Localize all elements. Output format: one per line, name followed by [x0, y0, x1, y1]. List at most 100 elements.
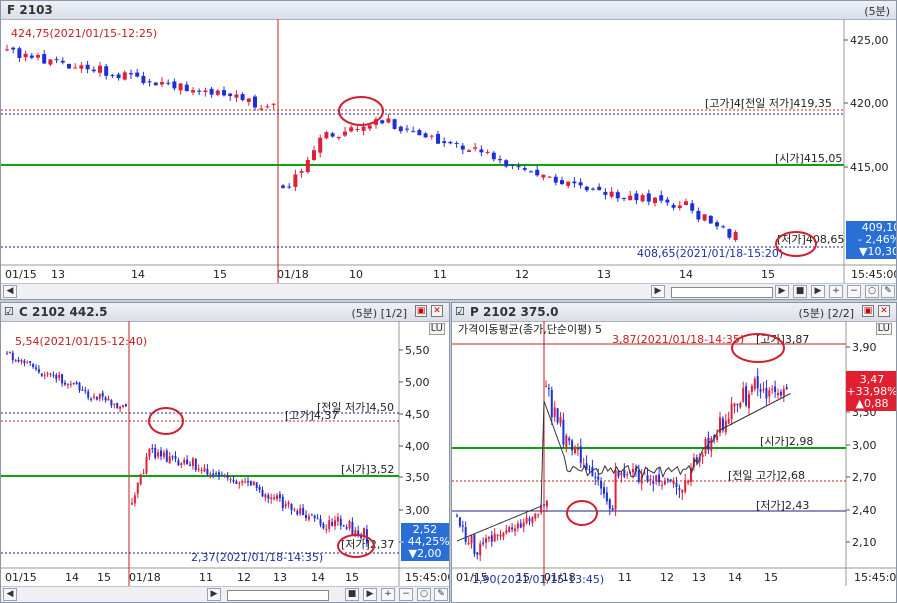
left-candle: [194, 459, 197, 470]
stop-icon[interactable]: ■: [793, 285, 807, 298]
left-candle: [348, 521, 351, 529]
left-candle: [145, 456, 148, 474]
left-candle: [29, 361, 32, 363]
right-candle: [545, 385, 547, 387]
wrench-icon[interactable]: ✎: [881, 285, 895, 298]
restore-icon[interactable]: ▣: [862, 305, 874, 317]
top-scroll-thumb[interactable]: [671, 287, 773, 298]
left-candle: [276, 495, 278, 500]
right-candle: [499, 534, 502, 537]
low-time-annotation: 1,90(2021/01/15-13:45): [472, 573, 604, 586]
top-candle: [522, 168, 527, 170]
top-candle: [727, 229, 732, 238]
top-candle: [578, 182, 583, 186]
top-candle: [48, 59, 53, 65]
y-tick-label: 420,00: [850, 97, 889, 110]
scroll-left-icon[interactable]: ◀: [3, 285, 17, 298]
wrench-icon[interactable]: ✎: [434, 588, 448, 601]
left-candle: [293, 509, 296, 511]
stop-icon[interactable]: ■: [345, 588, 359, 601]
restore-icon[interactable]: ▣: [415, 305, 427, 317]
left-candle: [69, 383, 72, 385]
right-candle: [479, 543, 482, 556]
zoom-reset-icon[interactable]: ○: [417, 588, 431, 601]
top-candle: [591, 188, 595, 190]
play-icon[interactable]: ▶: [775, 285, 789, 298]
top-candle: [628, 195, 633, 201]
left-candle: [122, 405, 124, 407]
top-candle: [222, 90, 226, 96]
top-candle: [172, 81, 177, 89]
top-candle: [305, 159, 310, 173]
right-candle: [678, 488, 681, 491]
left-candle: [139, 474, 142, 485]
top-scrollbar[interactable]: ◀ ▶ ▶ ■ ▶ + − ○ ✎: [1, 283, 896, 299]
zoom-in-icon[interactable]: +: [829, 285, 843, 298]
top-candle: [715, 222, 719, 227]
zoom-out-icon[interactable]: −: [399, 588, 413, 601]
top-candle: [135, 72, 140, 77]
left-candle: [90, 398, 93, 400]
left-candle: [342, 525, 345, 527]
checkbox-icon[interactable]: ☑: [4, 305, 14, 318]
right-candle: [640, 476, 643, 484]
zoom-reset-icon[interactable]: ○: [865, 285, 879, 298]
right-candle: [473, 534, 476, 554]
left-candle: [212, 473, 215, 475]
zoom-in-icon[interactable]: +: [381, 588, 395, 601]
right-candle: [608, 499, 611, 509]
top-candle: [178, 83, 183, 91]
top-candle: [473, 147, 478, 149]
prev-high-annotation: [전일 고가]2,68: [728, 468, 805, 482]
left-candle: [339, 518, 342, 526]
left-candle: [6, 353, 8, 355]
left-scrollbar[interactable]: ◀ ▶ ■ ▶ + − ○ ✎: [1, 586, 449, 602]
top-candle: [560, 180, 564, 185]
top-candle: [653, 197, 657, 204]
left-scroll-thumb[interactable]: [227, 590, 329, 601]
low-time-annotation: 408,65(2021/01/18-15:20): [637, 247, 783, 260]
top-candle: [733, 231, 738, 241]
top-candle: [153, 82, 158, 86]
top-candle: [646, 193, 651, 202]
close-icon[interactable]: ✕: [431, 305, 443, 317]
left-candle: [148, 448, 151, 457]
x-tick-label: 13: [692, 571, 706, 584]
left-candle: [107, 398, 110, 401]
left-candle: [226, 475, 229, 478]
left-candle: [101, 392, 104, 397]
top-candle: [485, 151, 490, 153]
left-candle: [61, 374, 64, 384]
right-candle: [771, 389, 774, 391]
close-icon[interactable]: ✕: [878, 305, 890, 317]
top-candle: [504, 160, 509, 167]
right-candlestick-chart[interactable]: 3,903,603,303,002,702,402,1001/151501/18…: [452, 321, 897, 586]
step-right-icon[interactable]: ▶: [363, 588, 377, 601]
left-candle: [270, 497, 273, 500]
y-tick-label: 425,00: [850, 34, 889, 47]
left-candle: [32, 364, 35, 367]
top-candle: [67, 63, 71, 69]
step-right-icon[interactable]: ▶: [811, 285, 825, 298]
x-tick-label: 15:45:00: [405, 571, 450, 584]
top-candle: [197, 90, 202, 92]
checkbox-icon[interactable]: ☑: [455, 305, 465, 318]
low-time-annotation: 2,37(2021/01/18-14:35): [191, 551, 323, 564]
left-candle: [162, 452, 165, 457]
scroll-left-icon[interactable]: ◀: [3, 588, 17, 601]
top-candlestick-chart[interactable]: 425,00 420,00 415,00 01/15 13 14 15 01/18 10 11 12…: [1, 19, 897, 283]
x-tick-label: 11: [199, 571, 213, 584]
left-candle: [171, 456, 174, 458]
scroll-right-icon[interactable]: ▶: [651, 285, 665, 298]
left-candle: [244, 481, 247, 483]
left-candlestick-chart[interactable]: 5,505,004,504,003,503,002,5001/15141501/…: [1, 321, 450, 586]
left-candle: [232, 479, 235, 482]
top-candle: [491, 152, 496, 160]
zoom-out-icon[interactable]: −: [847, 285, 861, 298]
left-chart-interval: (5분) [1/2]: [351, 307, 408, 320]
right-candle: [623, 469, 626, 477]
y-tick-label: 2,40: [852, 504, 877, 517]
right-candle: [669, 479, 672, 482]
left-candle: [58, 374, 61, 378]
scroll-right-icon[interactable]: ▶: [207, 588, 221, 601]
